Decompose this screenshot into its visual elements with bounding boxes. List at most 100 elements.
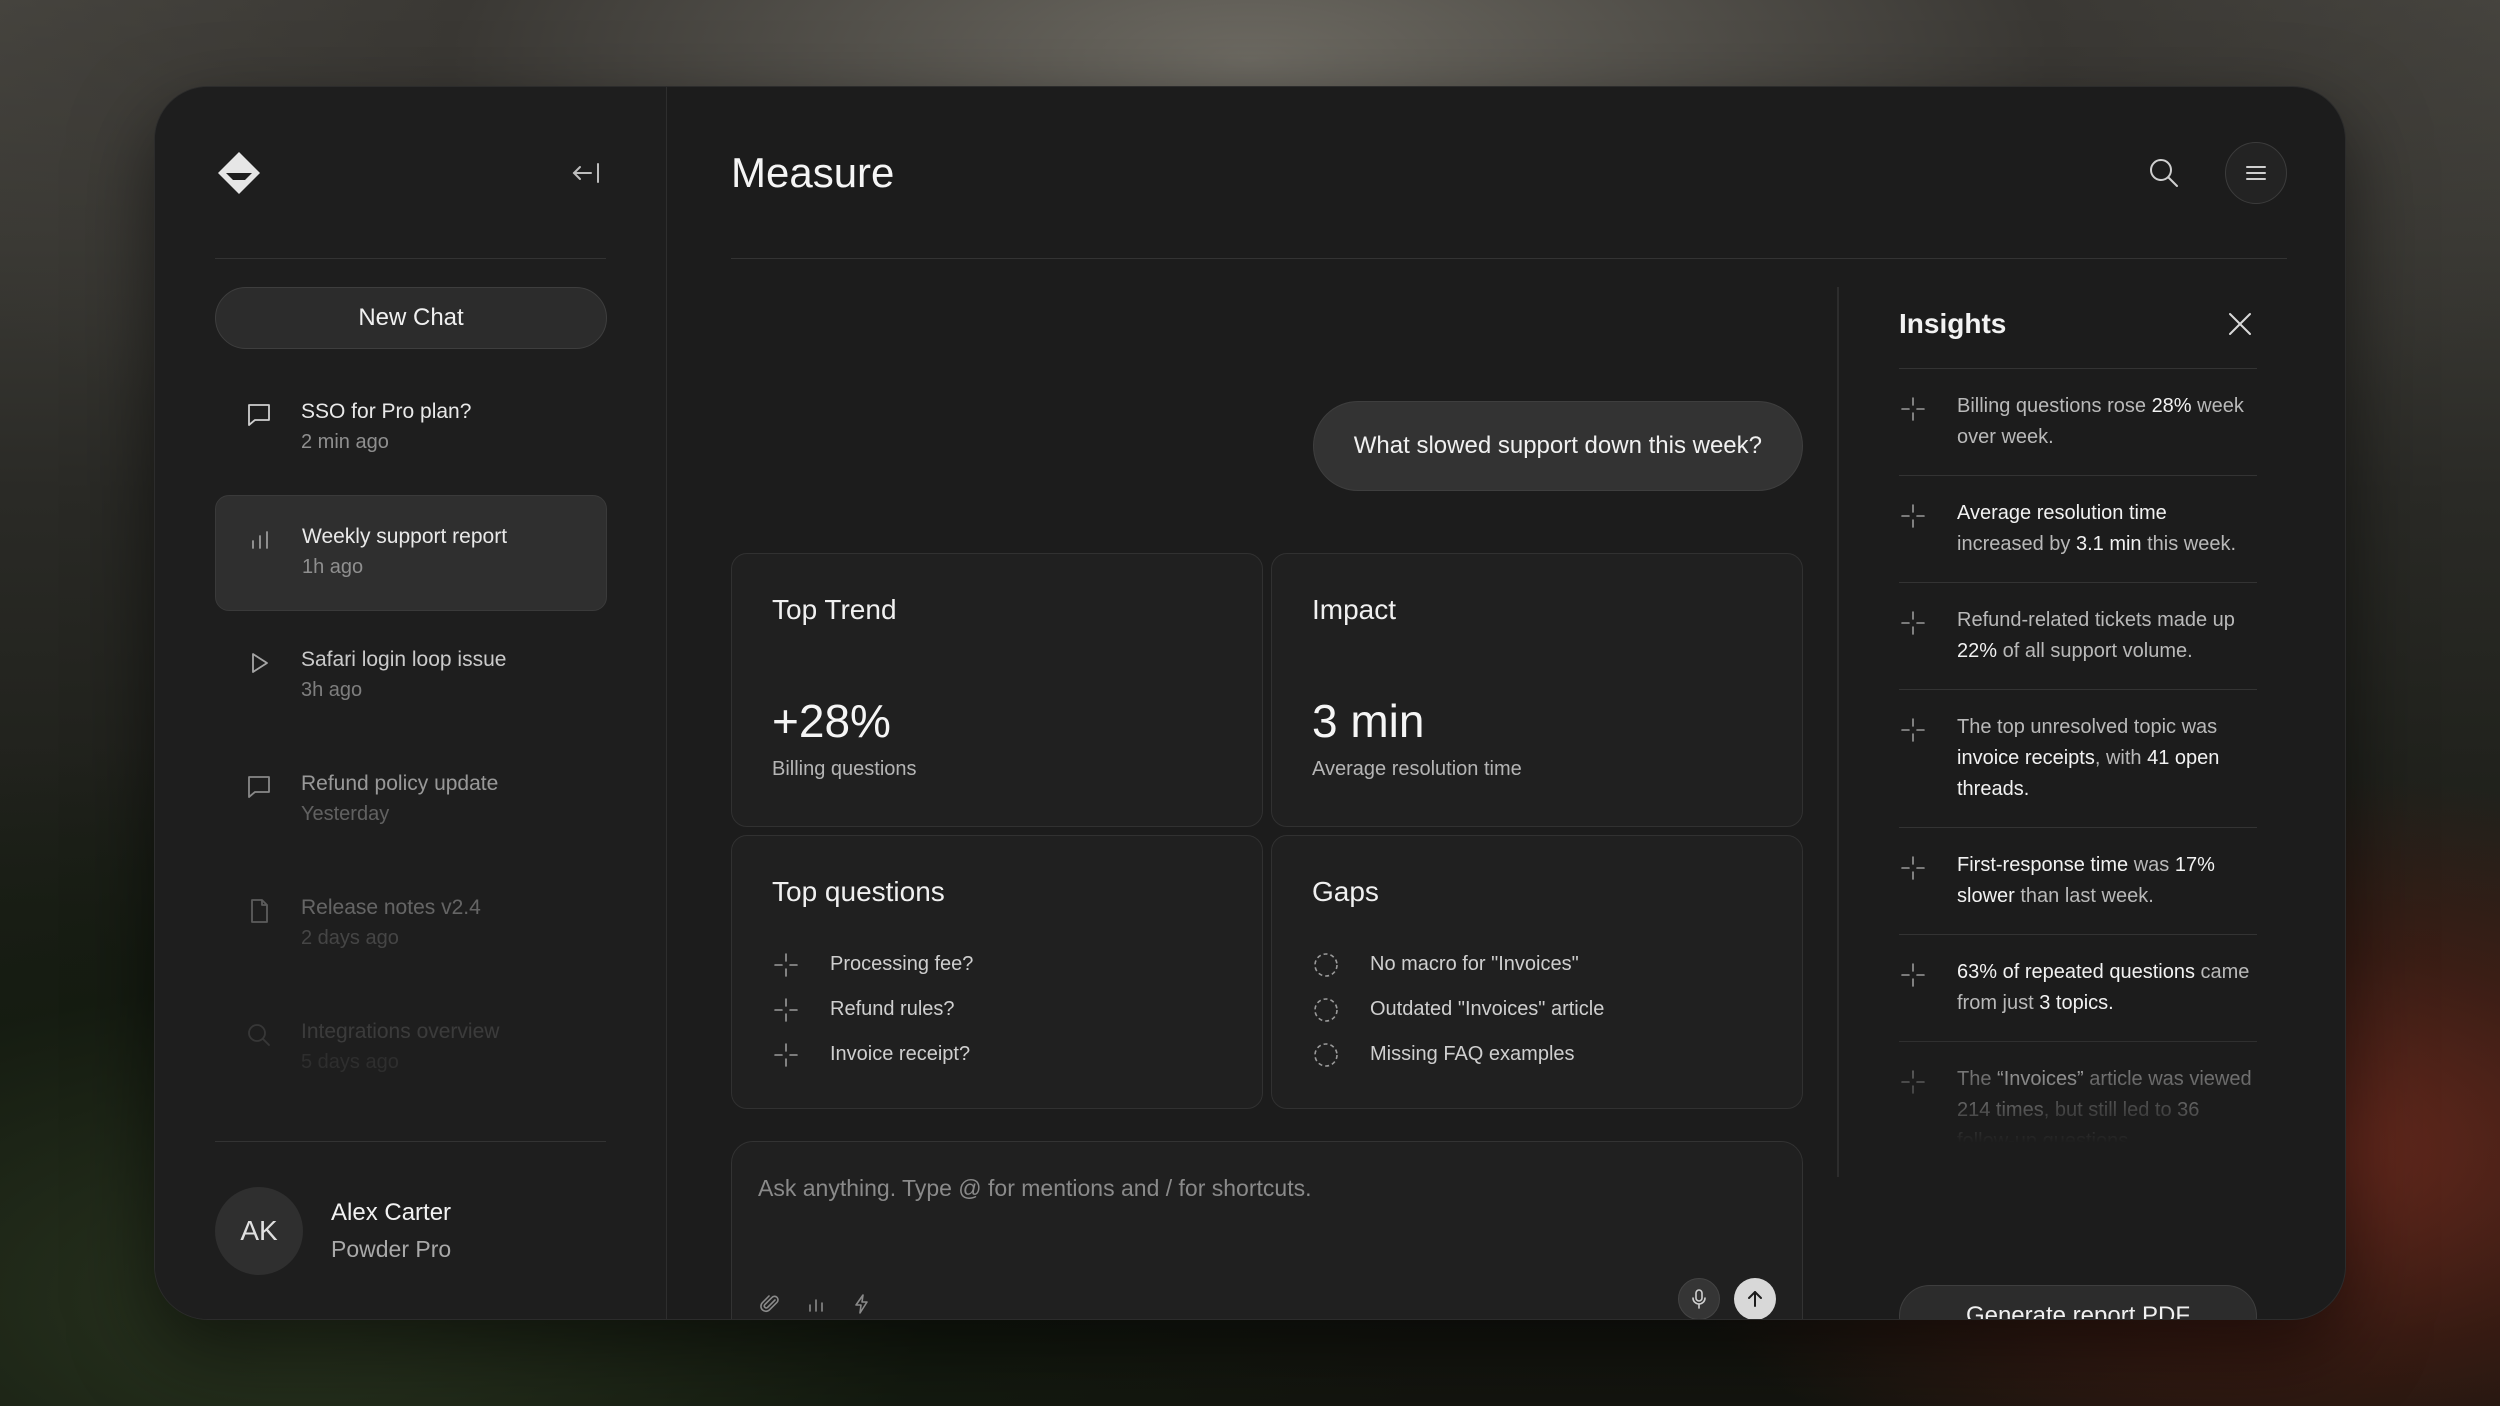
insight-segment: increased by [1957,533,2076,555]
close-icon[interactable] [2223,307,2257,341]
insight-segment: Billing questions rose [1957,395,2152,417]
gaps-list: No macro for "Invoices" Outdated "Invoic… [1312,942,1762,1077]
insight-segment: this week. [2141,533,2237,555]
user-message-bubble: What slowed support down this week? [1312,401,1803,491]
gap-text: Missing FAQ examples [1370,1043,1575,1065]
chat-area: What slowed support down this week? Top … [731,259,1803,1319]
chat-item-time: 5 days ago [301,1051,399,1073]
message-input[interactable] [758,1168,1758,1208]
sparkle-icon [772,996,800,1024]
insight-segment: Refund-related tickets made up [1957,609,2235,631]
sparkle-icon [1899,854,1927,882]
insight-segment: The top unresolved topic was [1957,716,2218,738]
chat-item-release-notes[interactable]: Release notes v2.4 2 days ago [215,867,607,983]
insights-header: Insights [1899,259,2257,369]
chat-item-title: Safari login loop issue [301,648,507,671]
app-logo-icon[interactable] [215,149,263,197]
insight-highlight: First-response time [1957,854,2129,876]
message-composer [731,1141,1803,1319]
send-arrow-icon[interactable] [1734,1278,1776,1319]
insight-item: The top unresolved topic was invoice rec… [1899,690,2257,828]
chat-item-sso[interactable]: SSO for Pro plan? 2 min ago [215,371,607,487]
questions-list: Processing fee? Refund rules? Invoice re… [772,942,1222,1077]
insights-title: Insights [1899,307,2007,339]
list-item: Invoice receipt? [772,1032,1222,1077]
new-chat-button[interactable]: New Chat [215,287,607,349]
avatar[interactable]: AK [215,1186,303,1275]
chat-item-title: Integrations overview [301,1020,500,1043]
list-item: Outdated "Invoices" article [1312,987,1762,1032]
chat-bubble-icon [245,401,273,429]
composer-actions [1678,1278,1776,1319]
card-caption: Average resolution time [1312,758,1522,780]
sparkle-icon [1899,502,1927,530]
insight-highlight: 28% [2151,395,2192,417]
chat-item-time: 1h ago [302,556,364,578]
card-title: Top questions [772,876,945,907]
sparkle-icon [1899,961,1927,989]
sparkle-icon [772,1041,800,1069]
list-item: No macro for "Invoices" [1312,942,1762,987]
card-top-trend: Top Trend +28% Billing questions [731,553,1263,827]
card-title: Gaps [1312,876,1379,907]
insight-item: Average resolution time increased by 3.1… [1899,476,2257,583]
user-profile[interactable]: AK Alex Carter Powder Pro [215,1141,606,1319]
chat-history-list: SSO for Pro plan? 2 min ago Weekly suppo… [215,371,607,1107]
chat-item-refund[interactable]: Refund policy update Yesterday [215,743,607,859]
insight-highlight: Average resolution time [1957,502,2167,524]
list-item: Missing FAQ examples [1312,1032,1762,1077]
chat-item-time: Yesterday [301,803,390,825]
insight-text: 63% of repeated questions came from just… [1957,957,2257,1019]
card-title: Top Trend [772,594,897,625]
chat-item-integrations[interactable]: Integrations overview 5 days ago [215,991,607,1107]
insight-segment: was [2128,854,2175,876]
insight-text: Average resolution time increased by 3.1… [1957,498,2257,560]
generate-report-button[interactable]: Generate report PDF [1899,1285,2257,1319]
insight-item: Billing questions rose 28% week over wee… [1899,369,2257,476]
insight-text: Billing questions rose 28% week over wee… [1957,391,2257,453]
chat-item-title: SSO for Pro plan? [301,400,472,423]
insight-text: Refund-related tickets made up 22% of al… [1957,605,2257,667]
chat-item-safari[interactable]: Safari login loop issue 3h ago [215,619,607,735]
chat-item-time: 2 min ago [301,431,389,453]
card-value: 3 min [1312,695,1425,747]
play-icon [245,649,273,677]
sparkle-icon [1899,395,1927,423]
menu-icon[interactable] [2225,141,2287,204]
insight-text: First-response time was 17% slower than … [1957,850,2257,912]
insight-highlight: 22% [1957,640,1998,662]
chat-item-title: Refund policy update [301,772,499,795]
paperclip-icon[interactable] [758,1292,782,1316]
microphone-icon[interactable] [1678,1278,1720,1319]
insights-list: Billing questions rose 28% week over wee… [1899,369,2257,1149]
insights-fade-overlay [1899,1019,2257,1149]
sidebar-header [215,87,606,259]
search-icon[interactable] [2133,142,2195,204]
main-header: Measure [731,87,2287,259]
page-title: Measure [731,148,895,196]
bar-chart-icon[interactable] [804,1292,828,1316]
document-icon [245,897,273,925]
insight-item: Refund-related tickets made up 22% of al… [1899,583,2257,690]
insight-highlight: 3.1 min [2075,533,2142,555]
card-title: Impact [1312,594,1397,625]
chat-item-time: 2 days ago [301,927,399,949]
chat-item-weekly-report[interactable]: Weekly support report 1h ago [215,495,607,611]
header-actions [2133,141,2287,204]
composer-tools [758,1292,874,1316]
main-panel: Measure What slowed support down this we… [667,87,2345,1319]
sparkle-icon [1899,716,1927,744]
card-caption: Billing questions [772,758,917,780]
collapse-sidebar-icon[interactable] [566,153,606,193]
card-impact: Impact 3 min Average resolution time [1271,553,1803,827]
insights-panel: Insights Billing questions rose 28% week… [1899,259,2257,1319]
lightning-icon[interactable] [850,1292,874,1316]
insight-segment: than last week. [2014,885,2154,907]
insight-text: The top unresolved topic was invoice rec… [1957,712,2257,805]
question-text: Invoice receipt? [830,1043,971,1065]
chat-item-time: 3h ago [301,679,363,701]
dashed-circle-icon [1312,1041,1340,1069]
list-item: Processing fee? [772,942,1222,987]
card-top-questions: Top questions Processing fee? Refund rul… [731,835,1263,1109]
chat-bubble-icon [245,773,273,801]
